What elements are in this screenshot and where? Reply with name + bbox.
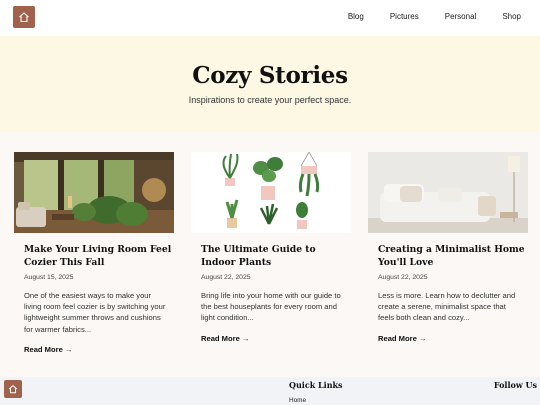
card-title[interactable]: The Ultimate Guide to Indoor Plants <box>191 243 351 269</box>
blog-card: Creating a Minimalist Home You'll Love A… <box>368 152 528 357</box>
follow-us-heading: Follow Us <box>493 380 537 390</box>
living-room-photo[interactable] <box>14 152 174 233</box>
quick-links-heading: Quick Links <box>289 380 343 390</box>
blog-card: The Ultimate Guide to Indoor Plants Augu… <box>191 152 351 357</box>
indoor-plants-illustration[interactable] <box>191 152 351 233</box>
footer-home-link[interactable]: Home <box>289 397 306 404</box>
site-header: Blog Pictures Personal Shop <box>0 0 540 36</box>
main-nav: Blog Pictures Personal Shop <box>322 12 521 21</box>
house-icon <box>8 385 18 394</box>
page-subtitle: Inspirations to create your perfect spac… <box>188 95 352 105</box>
nav-link-pictures[interactable]: Pictures <box>390 12 419 21</box>
card-excerpt: Bring life into your home with our guide… <box>201 291 341 323</box>
blog-card: Make Your Living Room Feel Cozier This F… <box>14 152 174 357</box>
house-icon <box>19 12 29 23</box>
read-more-link[interactable]: Read More → <box>14 345 73 354</box>
read-more-link[interactable]: Read More → <box>191 334 250 343</box>
card-excerpt: Less is more. Learn how to declutter and… <box>378 291 516 323</box>
page-title: Cozy Stories <box>192 62 348 89</box>
hero-section: Cozy Stories Inspirations to create your… <box>0 36 540 132</box>
blog-card-list: Make Your Living Room Feel Cozier This F… <box>14 152 534 357</box>
nav-link-shop[interactable]: Shop <box>502 12 521 21</box>
card-date: August 22, 2025 <box>201 274 251 281</box>
read-more-link[interactable]: Read More → <box>368 334 427 343</box>
card-title[interactable]: Make Your Living Room Feel Cozier This F… <box>14 243 174 269</box>
site-footer: Quick Links Home Follow Us <box>0 377 540 405</box>
home-logo-button[interactable] <box>13 6 35 28</box>
card-title[interactable]: Creating a Minimalist Home You'll Love <box>368 243 528 269</box>
minimalist-home-photo[interactable] <box>368 152 528 233</box>
card-excerpt: One of the easiest ways to make your liv… <box>24 291 166 334</box>
nav-link-personal[interactable]: Personal <box>445 12 477 21</box>
card-date: August 22, 2025 <box>378 274 428 281</box>
nav-link-blog[interactable]: Blog <box>348 12 364 21</box>
card-date: August 15, 2025 <box>24 274 74 281</box>
footer-logo[interactable] <box>4 380 22 398</box>
